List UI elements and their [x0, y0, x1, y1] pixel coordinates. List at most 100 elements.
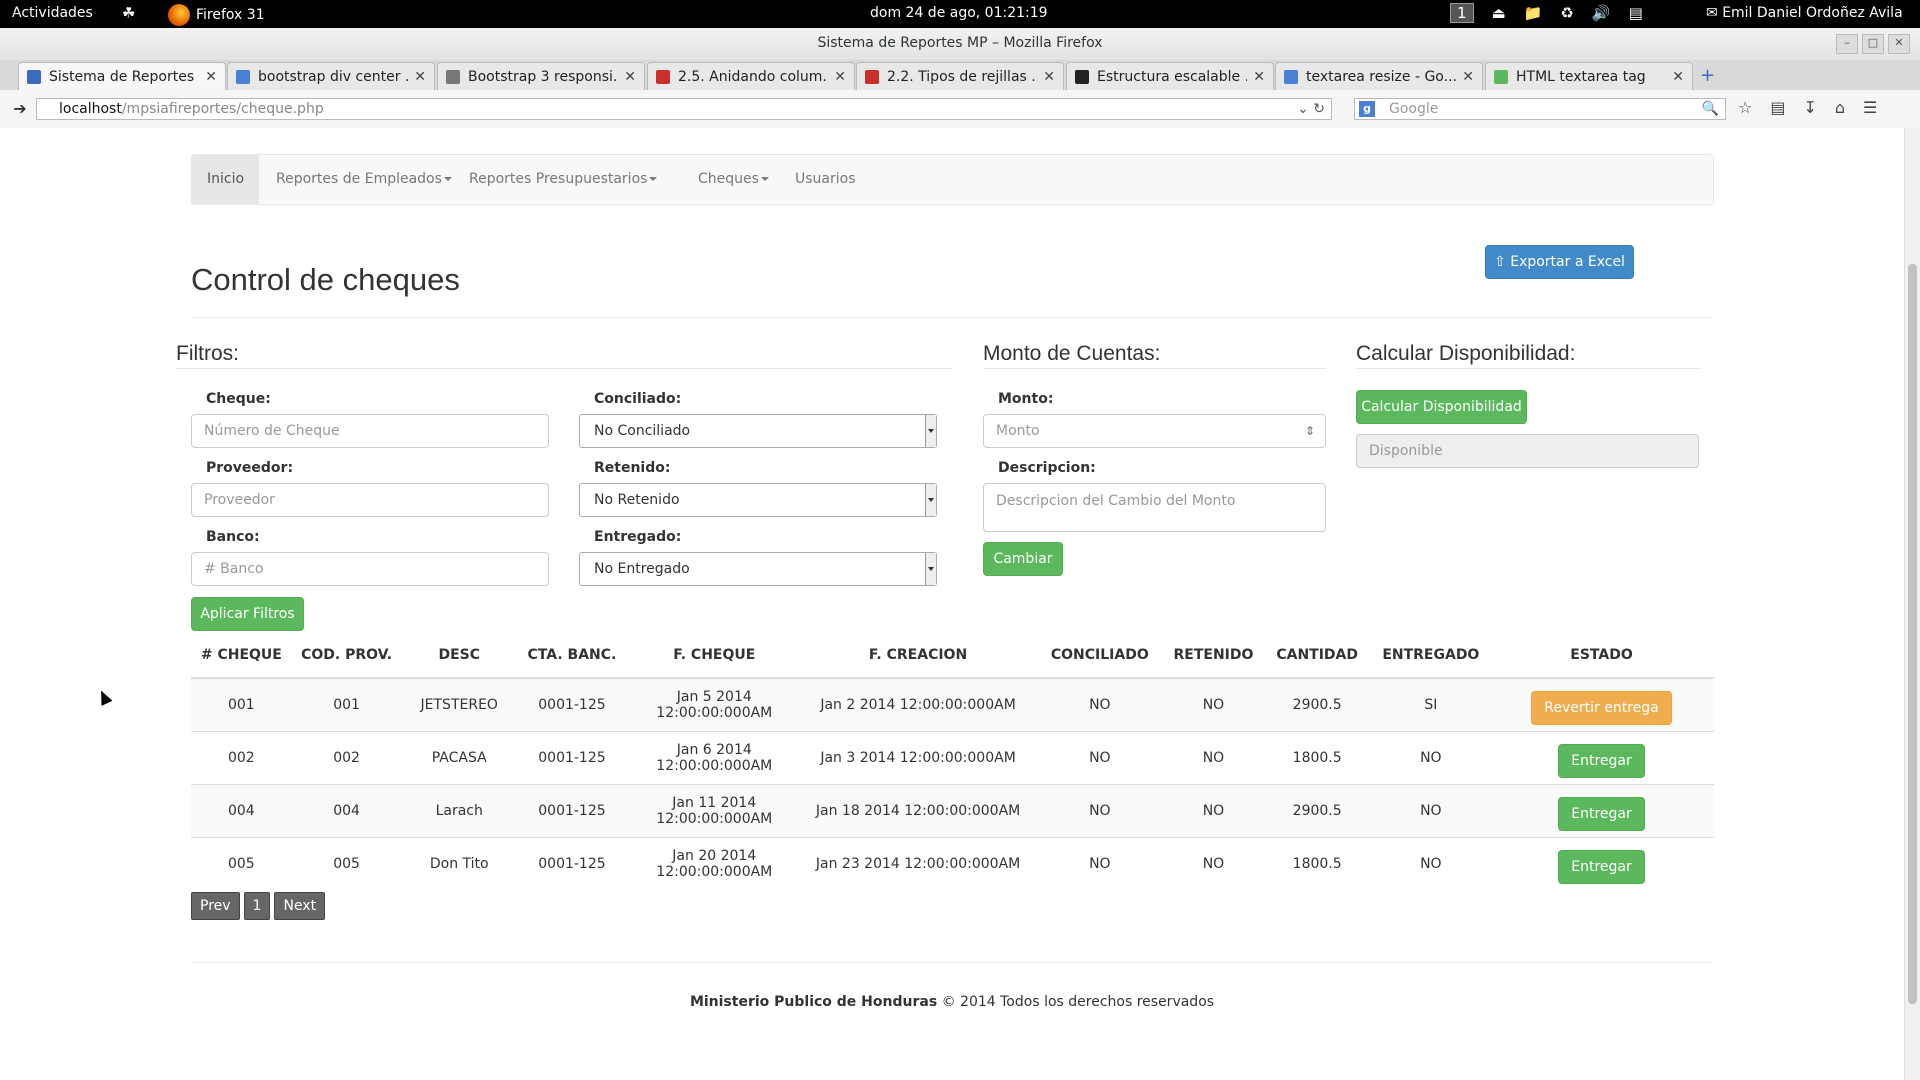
cell-cheque: 004	[191, 784, 292, 838]
page-title: Control de cheques	[191, 262, 460, 297]
clock[interactable]: dom 24 de ago, 01:21:19	[870, 5, 1048, 21]
tab-close-icon[interactable]: ✕	[624, 69, 636, 85]
google-engine-icon[interactable]: g	[1359, 101, 1375, 117]
proveedor-input[interactable]: Proveedor	[191, 483, 549, 517]
column-header: # CHEQUE	[191, 633, 292, 679]
window-titlebar: Sistema de Reportes MP – Mozilla Firefox…	[0, 28, 1920, 60]
tab-title: textarea resize - Go...	[1306, 68, 1457, 85]
cambiar-button[interactable]: Cambiar	[983, 542, 1063, 576]
menu-icon[interactable]: ☰	[1863, 98, 1877, 117]
tab-close-icon[interactable]: ✕	[414, 69, 426, 85]
tab-close-icon[interactable]: ✕	[1462, 69, 1474, 85]
footer-org: Ministerio Publico de Honduras	[689, 994, 938, 1010]
browser-tab[interactable]: 2.2. Tipos de rejillas ... ✕	[856, 62, 1064, 90]
minimize-icon[interactable]: –	[1836, 34, 1858, 54]
google-favicon-icon	[236, 69, 250, 84]
nav-inicio[interactable]: Inicio	[192, 155, 260, 204]
cell-prov: 004	[291, 784, 402, 838]
entregar-button[interactable]: Entregar	[1558, 744, 1645, 778]
cell-retenido: NO	[1165, 677, 1262, 732]
tab-close-icon[interactable]: ✕	[834, 69, 846, 85]
montos-legend: Monto de Cuentas:	[983, 342, 1161, 365]
volume-icon[interactable]: 🔊	[1592, 4, 1611, 22]
tab-close-icon[interactable]: ✕	[1043, 69, 1055, 85]
conciliado-select[interactable]: No Conciliado	[579, 414, 937, 448]
export-excel-button[interactable]: ⇧ Exportar a Excel	[1485, 245, 1634, 279]
network-icon[interactable]: ▤	[1629, 4, 1643, 22]
nav-usuarios[interactable]: Usuarios	[780, 155, 871, 204]
user-menu[interactable]: ✉ Emil Daniel Ordoñez Avila	[1706, 5, 1903, 21]
bookmark-star-icon[interactable]: ☆	[1738, 98, 1752, 117]
mouse-cursor	[95, 688, 113, 706]
back-icon[interactable]: ➔	[8, 98, 32, 120]
browser-tab[interactable]: Sistema de Reportes ... ✕	[18, 62, 226, 90]
browser-tab[interactable]: Bootstrap 3 responsi... ✕	[437, 62, 645, 90]
select-arrow-icon	[925, 415, 936, 447]
download-icon[interactable]: ↧	[1803, 98, 1816, 117]
cell-desc: PACASA	[401, 731, 518, 785]
retenido-select[interactable]: No Retenido	[579, 483, 937, 517]
proveedor-label: Proveedor:	[206, 460, 294, 476]
reload-icon[interactable]: ⌄ ↻	[1297, 99, 1325, 119]
nav-reportes-presupuestarios[interactable]: Reportes Presupuestarios	[454, 155, 672, 204]
entregado-select[interactable]: No Entregado	[579, 552, 937, 586]
close-window-icon[interactable]: ✕	[1888, 34, 1910, 54]
spinner-icon[interactable]: ⇕	[1305, 415, 1315, 447]
revertir-entrega-button[interactable]: Revertir entrega	[1531, 691, 1672, 725]
cell-cheque: 001	[191, 677, 292, 732]
browser-tab[interactable]: bootstrap div center ... ✕	[227, 62, 435, 90]
reading-list-icon[interactable]: ▤	[1770, 98, 1785, 117]
page-1-button[interactable]: 1	[243, 892, 271, 920]
google-favicon-icon	[1284, 69, 1298, 84]
folder-icon[interactable]: 📁	[1524, 4, 1543, 22]
footer: Ministerio Publico de Honduras © 2014 To…	[0, 994, 1904, 1010]
montos-divider	[983, 368, 1326, 369]
home-icon[interactable]: ⌂	[1835, 98, 1845, 117]
monto-input[interactable]: Monto ⇕	[983, 414, 1326, 448]
column-header: F. CREACION	[801, 633, 1035, 679]
accessibility-icon[interactable]: ♻	[1560, 4, 1573, 22]
search-bar[interactable]: g Google 🔍	[1354, 98, 1726, 120]
browser-tab[interactable]: 2.5. Anidando colum... ✕	[647, 62, 855, 90]
tab-close-icon[interactable]: ✕	[1672, 69, 1684, 85]
activities-button[interactable]: Actividades	[12, 5, 93, 21]
browser-tab[interactable]: textarea resize - Go... ✕	[1275, 62, 1483, 90]
scrollbar-thumb[interactable]	[1908, 264, 1917, 1004]
browser-tab[interactable]: HTML textarea tag ✕	[1485, 62, 1693, 90]
entregar-button[interactable]: Entregar	[1558, 850, 1645, 884]
workspace-indicator[interactable]: 1	[1450, 3, 1474, 23]
browser-tab[interactable]: Estructura escalable ... ✕	[1066, 62, 1274, 90]
maximize-icon[interactable]: □	[1862, 34, 1884, 54]
new-tab-icon[interactable]: +	[1700, 65, 1715, 86]
cell-fcheque: Jan 11 2014 12:00:00:000AM	[626, 784, 802, 838]
tab-close-icon[interactable]: ✕	[1253, 69, 1265, 85]
nav-reportes-empleados[interactable]: Reportes de Empleados	[261, 155, 467, 204]
url-bar[interactable]: localhost/mpsiafireportes/cheque.php ⌄ ↻	[36, 98, 1332, 120]
tab-close-icon[interactable]: ✕	[205, 69, 217, 85]
caret-down-icon	[649, 177, 658, 181]
banco-input[interactable]: # Banco	[191, 552, 549, 586]
cell-fcheque: Jan 20 2014 12:00:00:000AM	[626, 837, 802, 890]
prev-button[interactable]: Prev	[191, 892, 240, 920]
calcular-disponibilidad-button[interactable]: Calcular Disponibilidad	[1356, 390, 1527, 424]
descripcion-textarea[interactable]: Descripcion del Cambio del Monto	[983, 483, 1326, 532]
cell-retenido: NO	[1165, 731, 1262, 785]
nav-cheques[interactable]: Cheques	[683, 155, 784, 204]
column-header: F. CHEQUE	[626, 633, 802, 679]
cell-fcreacion: Jan 2 2014 12:00:00:000AM	[801, 677, 1035, 732]
cell-fcheque: Jan 5 2014 12:00:00:000AM	[626, 677, 802, 732]
page-scrollbar[interactable]	[1904, 128, 1920, 1080]
table-row: 004 004 Larach 0001-125 Jan 11 2014 12:00:00…	[191, 784, 1714, 838]
app-menu[interactable]: Firefox 31	[168, 4, 265, 26]
entregar-button[interactable]: Entregar	[1558, 797, 1645, 831]
tab-title: bootstrap div center ...	[258, 68, 409, 85]
search-icon[interactable]: 🔍	[1702, 99, 1719, 119]
eject-icon[interactable]: ⏏	[1492, 4, 1506, 22]
cell-conciliado: NO	[1034, 731, 1166, 785]
apply-filters-button[interactable]: Aplicar Filtros	[191, 597, 304, 631]
next-button[interactable]: Next	[274, 892, 326, 920]
gnome-foot-icon[interactable]: ☘	[122, 4, 135, 22]
toolbar-icons: ☆ ▤ ↧ ⌂ ☰	[1738, 98, 1877, 117]
search-placeholder: Google	[1389, 101, 1439, 117]
cheque-input[interactable]: Número de Cheque	[191, 414, 549, 448]
